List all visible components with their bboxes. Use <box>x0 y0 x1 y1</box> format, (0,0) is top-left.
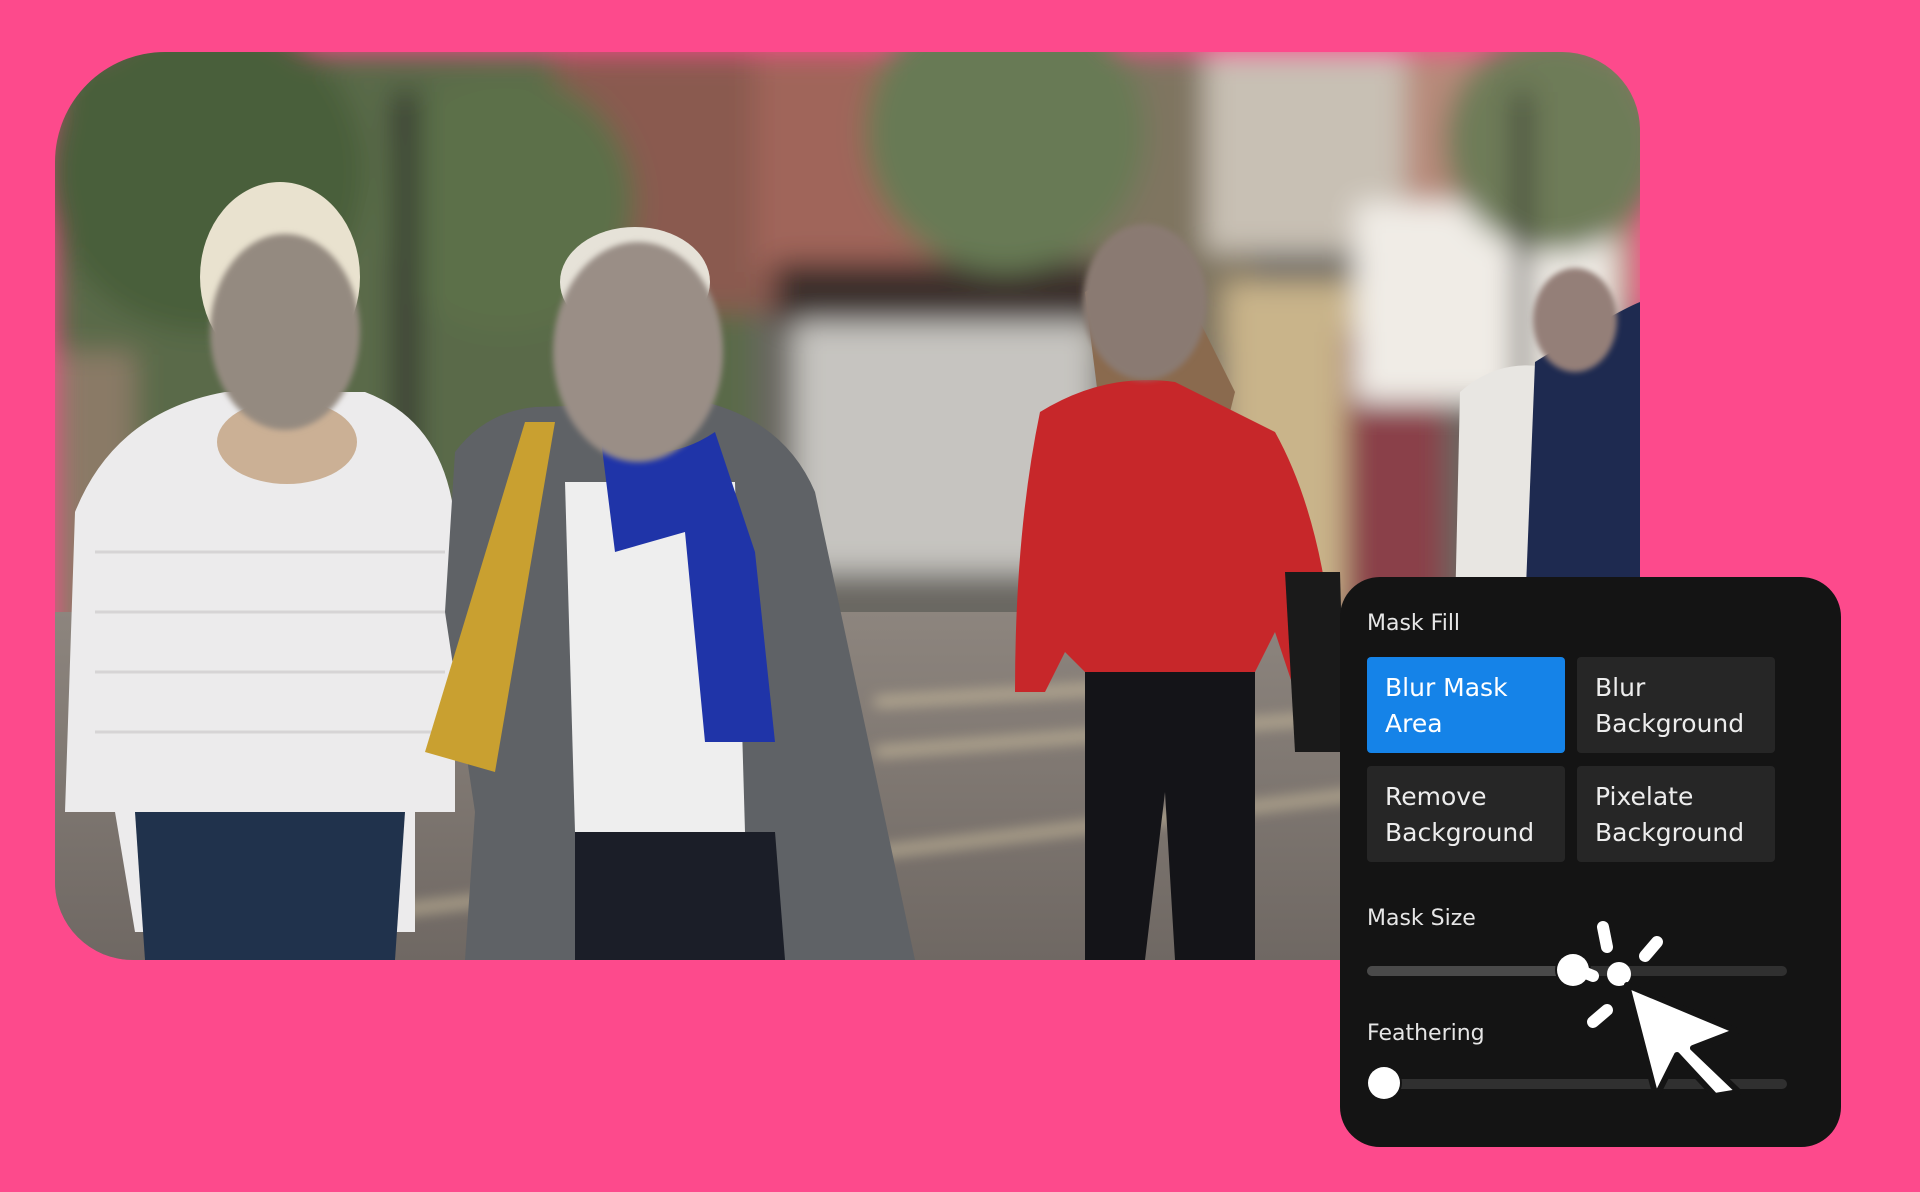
blurred-face <box>553 242 723 462</box>
blurred-face <box>210 234 360 430</box>
mask-size-label: Mask Size <box>1367 906 1476 931</box>
feathering-handle[interactable] <box>1367 1067 1400 1099</box>
mask-fill-label: Mask Fill <box>1367 611 1461 636</box>
remove-background-button[interactable]: Remove Background <box>1367 766 1565 862</box>
pointer-cursor-icon <box>1570 921 1742 1095</box>
blur-background-button[interactable]: Blur Background <box>1577 657 1775 753</box>
pixelate-background-button[interactable]: Pixelate Background <box>1577 766 1775 862</box>
feathering-label: Feathering <box>1367 1021 1485 1046</box>
mask-size-fill <box>1367 966 1573 976</box>
blurred-face <box>1533 268 1617 372</box>
blur-mask-area-button[interactable]: Blur Mask Area <box>1367 657 1565 753</box>
blurred-face <box>1083 224 1207 380</box>
